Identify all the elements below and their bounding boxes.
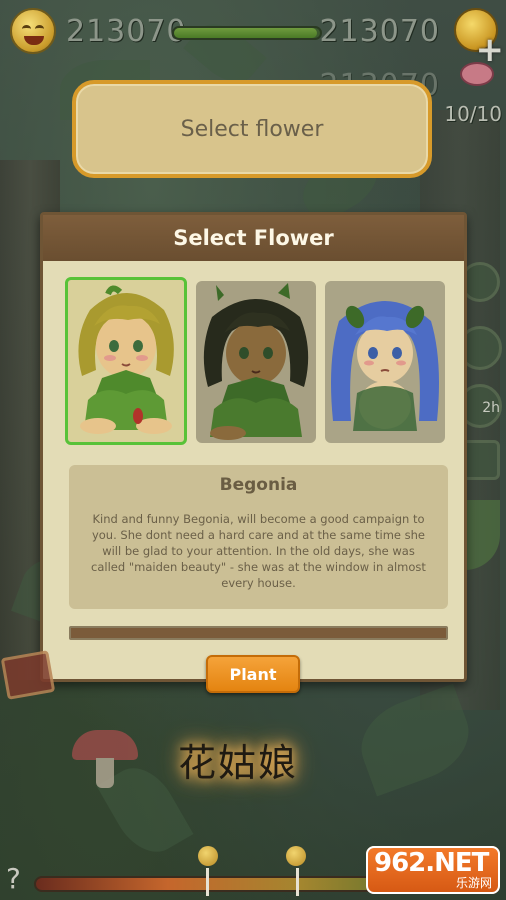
flower-option-dark[interactable] [196,281,316,443]
candy-count: 10/10 [444,102,502,126]
flower-description-text: Kind and funny Begonia, will become a go… [91,512,426,590]
bottom-bar-tick [206,868,209,896]
mushroom-decoration [72,730,138,788]
help-button[interactable]: ? [6,862,21,895]
flower-option-blonde[interactable] [65,277,187,445]
dark-flower-girl-image [203,283,309,440]
select-flower-dialog: Select Flower Begonia Kind and funny Beg… [40,212,467,682]
timer-label: 2h [482,400,500,416]
tooltip-text: Select flower [180,116,324,142]
blue-flower-girl-image [331,301,439,431]
plant-button-label: Plant [229,664,277,684]
bottom-bar-tick [296,868,299,896]
watermark-sub: 乐游网 [455,876,492,890]
calligraphy-watermark: 花姑娘 [178,741,299,785]
smiley-icon [10,8,56,54]
dialog-title: Select Flower [173,226,334,250]
score-right: 213070 [319,14,440,49]
bottom-smiley-icon [198,846,218,866]
plant-button[interactable]: Plant [206,655,300,693]
flower-description-box: Begonia Kind and funny Begonia, will bec… [69,465,448,609]
site-watermark-logo: 962.NET 乐游网 [366,846,500,894]
bottom-smiley-icon [286,846,306,866]
flower-name: Begonia [219,475,298,495]
flower-progress-fill [71,628,446,638]
dialog-header: Select Flower [43,215,464,261]
flower-option-blue[interactable] [325,281,445,443]
blonde-flower-girl-image [78,285,174,434]
gift-box-icon[interactable] [0,650,56,700]
candy-icon [460,62,494,86]
flower-progress-bar [69,626,448,640]
score-left: 213070 [66,14,187,49]
energy-bar [172,26,322,40]
energy-bar-fill [174,28,318,38]
tooltip-select-flower: Select flower [72,80,432,178]
flower-choices [63,277,447,447]
